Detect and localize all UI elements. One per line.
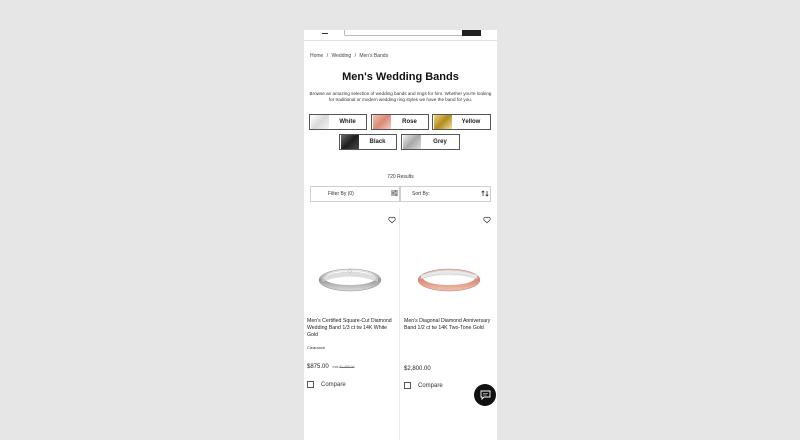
yellow-swatch-chip [434,115,452,129]
product-image[interactable] [415,262,483,294]
heart-icon[interactable] [388,216,396,224]
sort-label: Sort By: [412,191,430,197]
metal-filter-grey[interactable]: Grey [401,134,460,150]
sliders-icon [389,190,399,198]
breadcrumb-home[interactable]: Home [310,53,323,59]
white-swatch-chip [311,115,329,129]
metal-filter-rose[interactable]: Rose [371,114,429,130]
category-description: Browse an amazing selection of wedding b… [309,91,492,102]
product-card[interactable]: Men's Certified Square-Cut Diamond Weddi… [304,208,400,440]
rose-swatch-chip [373,115,391,129]
sort-arrows-icon [480,189,490,199]
filter-button[interactable]: Filter By (0) [310,186,400,202]
product-price: $875.00 was $1,450.00 [307,364,354,370]
compare-checkbox[interactable] [307,381,314,388]
chat-icon[interactable] [474,384,496,406]
metal-filter-label: Black [369,139,386,145]
menu-icon[interactable] [322,30,328,34]
clearance-badge: Clearance [307,345,326,350]
sale-price: $875.00 [307,364,329,370]
metal-filter-label: White [339,119,356,125]
metal-filter-label: Rose [402,119,417,125]
metal-filter-white[interactable]: White [309,114,367,130]
original-price: was $1,450.00 [332,365,355,369]
metal-filter-black[interactable]: Black [339,134,397,150]
heart-icon[interactable] [483,216,491,224]
metal-filter-label: Yellow [461,119,481,125]
search-button[interactable] [462,30,481,36]
page-title: Men's Wedding Bands [342,71,459,83]
compare-checkbox[interactable] [404,382,411,389]
breadcrumb-wedding[interactable]: Wedding [332,53,352,59]
grey-swatch-chip [403,135,421,149]
breadcrumb-current: Men's Bands [359,53,389,59]
compare-label: Compare [418,382,443,389]
header-bar [304,30,497,41]
breadcrumb-separator: / [354,53,356,59]
product-image[interactable] [316,262,384,294]
product-name[interactable]: Men's Diagonal Diamond Anniversary Band … [404,318,494,332]
search-input[interactable] [344,30,464,36]
compare-toggle[interactable]: Compare [307,381,346,388]
results-count: 720 Results [387,174,414,180]
breadcrumb-separator: / [326,53,329,59]
metal-filter-yellow[interactable]: Yellow [432,114,491,130]
compare-toggle[interactable]: Compare [404,382,443,389]
mobile-page: Home / Wedding / Men's Bands Men's Weddi… [304,30,497,440]
product-price: $2,800.00 [404,366,431,372]
breadcrumb: Home / Wedding / Men's Bands [310,53,390,59]
filter-label: Filter By (0) [328,191,354,197]
product-name[interactable]: Men's Certified Square-Cut Diamond Weddi… [307,318,397,339]
metal-filter-label: Grey [433,139,447,145]
black-swatch-chip [341,135,359,149]
sort-button[interactable]: Sort By: [400,186,491,202]
compare-label: Compare [321,381,346,388]
